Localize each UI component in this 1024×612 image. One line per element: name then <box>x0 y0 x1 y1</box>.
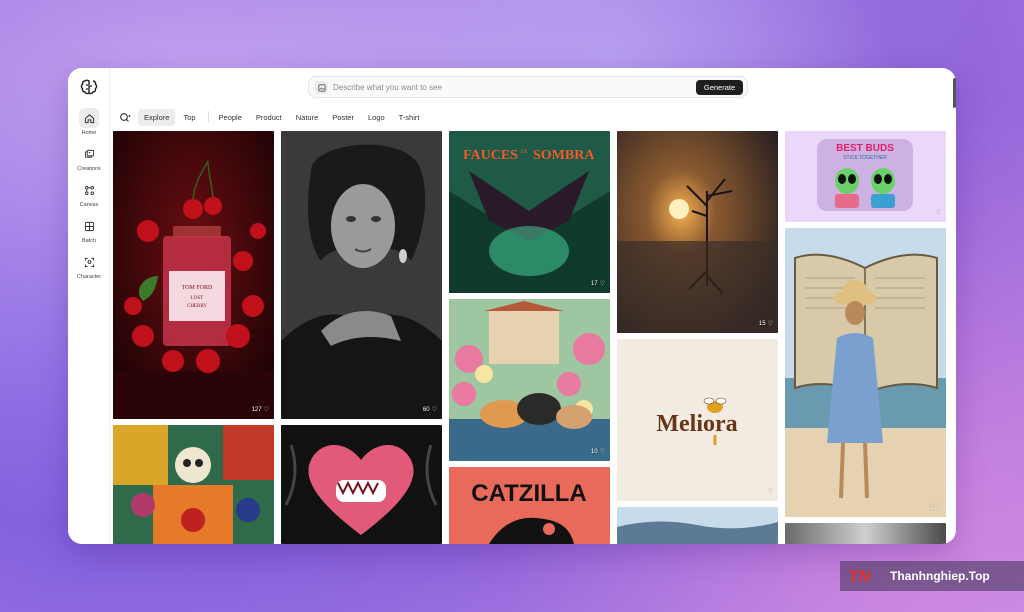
like-count[interactable]: 127 ♡ <box>252 406 269 414</box>
heart-icon: ♡ <box>935 210 941 216</box>
like-count[interactable]: 15 ♡ <box>759 320 773 328</box>
sidebar-item-creations[interactable]: Creations <box>68 144 110 172</box>
poster-title-small: DE <box>521 150 528 155</box>
tab-product[interactable]: Product <box>250 109 288 126</box>
sidebar-item-label: Canvas <box>79 202 99 208</box>
like-count[interactable]: 10 ♡ <box>591 448 605 456</box>
watermark-text: Thanhnghiep.Top <box>890 569 990 583</box>
tab-logo[interactable]: Logo <box>362 109 391 126</box>
bestbuds-line1: BEST BUDS <box>836 143 894 154</box>
tn-logo-icon: TN <box>848 567 871 586</box>
svg-text:TN: TN <box>848 567 871 586</box>
sidebar-item-label: Creations <box>77 166 101 172</box>
scrollbar[interactable] <box>953 78 956 108</box>
sidebar-item-home[interactable]: Home <box>68 108 110 136</box>
heart-icon: ♡ <box>935 505 941 511</box>
sidebar-item-batch[interactable]: Batch <box>68 216 110 244</box>
heart-icon: ♡ <box>599 449 605 455</box>
heart-icon: ♡ <box>767 321 773 327</box>
gallery-card-catzilla[interactable]: CATZILLA <box>449 467 610 544</box>
main-area: Generate Explore Top People Product Natu… <box>111 68 956 544</box>
perfume-name-line1: LOST <box>191 296 204 301</box>
tab-poster[interactable]: Poster <box>326 109 360 126</box>
tab-explore[interactable]: Explore <box>138 108 176 126</box>
sidebar-item-character[interactable]: Character <box>68 252 110 280</box>
gallery-card-heart[interactable] <box>281 425 442 544</box>
catzilla-title: CATZILLA <box>471 480 587 507</box>
tab-nature[interactable]: Nature <box>290 109 325 126</box>
meliora-logo-text: Meliora <box>656 411 737 437</box>
app-window: Home Creations Canvas Batch Character De… <box>68 68 956 544</box>
tab-people[interactable]: People <box>213 109 248 126</box>
heart-icon: ♡ <box>767 489 773 495</box>
generate-button[interactable]: Generate <box>696 80 743 95</box>
home-icon <box>79 108 99 128</box>
perfume-brand: TOM FORD <box>182 285 213 291</box>
sidebar-item-label: Batch <box>81 238 97 244</box>
bestbuds-line2: STICK TOGETHER <box>843 155 887 161</box>
gallery-card-skull-art[interactable] <box>113 425 274 544</box>
category-tabs: Explore Top People Product Nature Poster… <box>116 108 427 126</box>
tab-divider <box>207 111 209 123</box>
watermark: TN Thanhnghiep.Top <box>840 561 1024 591</box>
brain-logo-icon[interactable] <box>79 77 99 97</box>
like-count[interactable]: 60 ♡ <box>423 406 437 414</box>
gallery-card-bestbuds[interactable]: BEST BUDS STICK TOGETHER ♡ <box>785 131 946 222</box>
sidebar-item-label: Home <box>81 130 97 136</box>
perfume-name-line2: CHERRY <box>187 304 207 309</box>
gallery-card-portrait[interactable]: 60 ♡ <box>281 131 442 419</box>
like-count[interactable]: ♡ <box>936 209 941 216</box>
heart-icon: ♡ <box>263 407 269 413</box>
heart-icon: ♡ <box>431 407 437 413</box>
grid-plus-icon <box>79 216 99 236</box>
image-gallery: TOM FORD LOST CHERRY 127 ♡ 60 ♡ FAUCES D… <box>111 131 956 544</box>
poster-title-part1: FAUCES <box>463 148 518 163</box>
sidebar-item-label: Character <box>76 274 102 280</box>
like-count[interactable]: 17 ♡ <box>591 280 605 288</box>
prompt-bar: Generate <box>308 76 748 98</box>
sidebar: Home Creations Canvas Batch Character <box>68 68 110 544</box>
gallery-card-landscape[interactable] <box>617 507 778 544</box>
nodes-icon <box>79 180 99 200</box>
gallery-card-metallic[interactable] <box>785 523 946 544</box>
like-count[interactable]: ♡ <box>768 488 773 495</box>
tab-tshirt[interactable]: T-shirt <box>393 109 426 126</box>
images-icon <box>79 144 99 164</box>
like-count[interactable]: 1 ♡ <box>930 504 941 512</box>
gallery-card-girl-book[interactable]: 1 ♡ <box>785 228 946 517</box>
gallery-card-tree[interactable]: 15 ♡ <box>617 131 778 333</box>
gallery-card-meliora[interactable]: Meliora ♡ <box>617 339 778 501</box>
search-icon[interactable] <box>116 110 134 124</box>
face-scan-icon <box>79 252 99 272</box>
poster-title-part2: SOMBRA <box>533 148 595 163</box>
sidebar-item-canvas[interactable]: Canvas <box>68 180 110 208</box>
prompt-input[interactable] <box>333 80 663 95</box>
image-prompt-icon[interactable] <box>315 81 328 94</box>
gallery-card-cats[interactable]: 10 ♡ <box>449 299 610 461</box>
tab-top[interactable]: Top <box>177 109 201 126</box>
gallery-card-perfume[interactable]: TOM FORD LOST CHERRY 127 ♡ <box>113 131 274 419</box>
gallery-card-poster[interactable]: FAUCES DE SOMBRA 17 ♡ <box>449 131 610 293</box>
heart-icon: ♡ <box>599 281 605 287</box>
